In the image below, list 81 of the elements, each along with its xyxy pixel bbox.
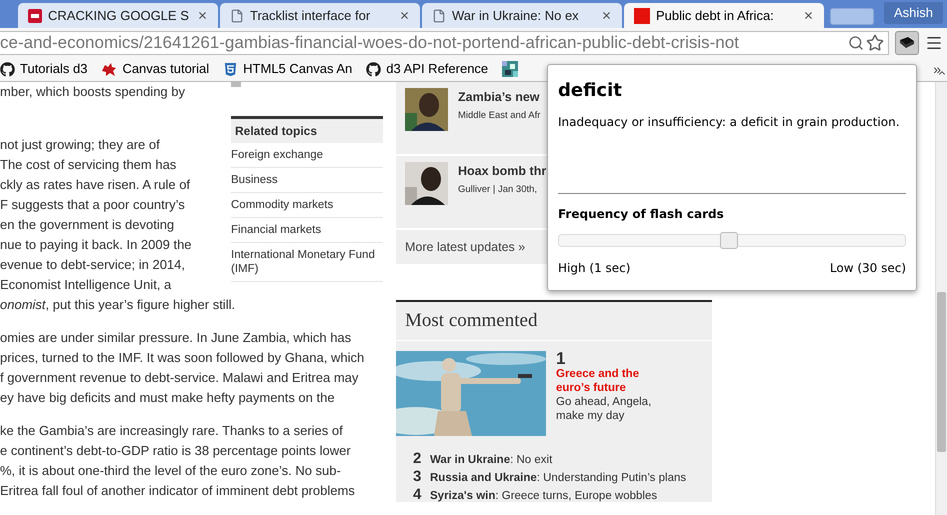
article-text-line: e continent’s debt-to-GDP ratio is 38 percentage points lower — [0, 443, 351, 458]
more-bookmarks-button[interactable]: » — [933, 58, 941, 80]
close-icon[interactable] — [803, 10, 814, 21]
bookmark-item[interactable] — [502, 61, 518, 77]
octocat-icon — [366, 62, 382, 76]
browser-tab[interactable]: Public debt in Africa: — [624, 3, 824, 28]
headline-meta: Middle East and Afr — [458, 108, 540, 123]
dragon-icon — [101, 62, 118, 76]
headline-link[interactable]: Zambia’s new — [458, 88, 540, 107]
headline-link[interactable]: War in Ukraine: No exit — [430, 452, 552, 470]
article-text-line: onomist, put this year’s figure higher still. — [0, 297, 236, 312]
close-icon[interactable] — [197, 10, 208, 21]
article-text-line: ey have big deficits and must make hefty payments on the — [0, 390, 335, 405]
square-icon — [634, 8, 650, 24]
article-text-line: prices, turned to the IMF. It was soon followed by Ghana, which — [0, 350, 364, 365]
article-text-line: %, it is about one-third the level of the euro zone’s. No sub- — [0, 463, 341, 478]
close-icon[interactable] — [399, 10, 410, 21]
topic-link[interactable]: Commodity markets — [231, 193, 383, 218]
browser-tab[interactable]: Tracklist interface for — [220, 3, 420, 28]
tab-title: Public debt in Africa: — [656, 6, 775, 25]
scroll-thumb[interactable] — [937, 292, 946, 452]
topic-link[interactable]: International Monetary Fund (IMF) — [231, 243, 383, 282]
topic-link[interactable]: Foreign exchange — [231, 143, 383, 168]
shield-icon — [223, 62, 238, 76]
rank-number: 2 — [413, 449, 422, 469]
browser-tab[interactable]: CRACKING GOOGLE S — [18, 3, 218, 28]
book-icon — [899, 36, 915, 48]
article-text-line: mber, which boosts spending by — [0, 84, 185, 99]
bookmark-item[interactable]: Canvas tutorial — [101, 59, 210, 79]
word-title: deficit — [558, 79, 623, 103]
article-text-line: The cost of servicing them has — [0, 157, 176, 172]
rank-number: 1 — [556, 351, 566, 367]
browser-tab[interactable]: War in Ukraine: No ex — [422, 3, 622, 28]
page-icon — [432, 8, 446, 22]
slider-max-label: Low (30 sec) — [830, 260, 906, 277]
tab-title: CRACKING GOOGLE S — [48, 6, 190, 25]
mosaic-icon — [502, 61, 518, 77]
close-icon[interactable] — [601, 10, 612, 21]
bookmark-item[interactable]: Tutorials d3 — [0, 59, 88, 79]
rank-number: 4 — [413, 485, 422, 505]
article-text-line: F suggests that a poor country’s — [0, 197, 185, 212]
article-text-line: ke the Gambia’s are increasingly rare. Thanks to a series of — [0, 423, 343, 438]
article-text-line: f government revenue to debt-service. Malawi and Eritrea may — [0, 370, 358, 385]
article-text-line: Economist Intelligence Unit, a — [0, 277, 172, 292]
user-name[interactable]: Ashish — [884, 2, 943, 24]
headline-link[interactable]: Greece and the euro’s future — [556, 367, 676, 395]
extension-button[interactable] — [895, 30, 919, 54]
article-text-line: omies are under similar pressure. In June Zambia, which has — [0, 330, 352, 345]
octocat-icon — [0, 62, 15, 76]
article-text-line: evenue to debt-service; in 2014, — [0, 257, 186, 272]
page-icon — [230, 8, 244, 22]
article-text-line: not just growing; they are of — [0, 137, 160, 152]
section-heading: Related topics — [235, 123, 318, 140]
logo-icon — [28, 8, 42, 22]
slider-min-label: High (1 sec) — [558, 260, 630, 277]
tab-title: Tracklist interface for — [250, 6, 372, 25]
headline-link[interactable]: Hoax bomb thr — [458, 162, 546, 181]
slider-track[interactable] — [558, 234, 906, 247]
section-heading: Most commented — [405, 308, 538, 333]
headline-link[interactable]: Syriza's win: Greece turns, Europe wobbles — [430, 488, 658, 506]
more-updates-link[interactable]: More latest updates » — [405, 238, 526, 256]
rank-number: 3 — [413, 467, 422, 487]
article-text-line: ckly as rates have risen. A rule of — [0, 177, 190, 192]
headline-meta: Gulliver | Jan 30th, — [458, 182, 538, 197]
tab-title: War in Ukraine: No ex — [452, 6, 580, 25]
headline-subtitle: Go ahead, Angela, make my day — [556, 395, 652, 423]
headline-link[interactable]: Russia and Ukraine: Understanding Putin’s plans — [430, 470, 686, 488]
star-icon[interactable] — [866, 34, 884, 52]
article-text-line: Eritrea fall foul of another indicator of imminent debt problems — [0, 483, 355, 498]
slider-thumb[interactable] — [720, 232, 738, 249]
address-field[interactable]: ce-and-economics/21641261-gambias-financial-woes-do-not-portend-african-public-debt-crisis-not — [0, 30, 889, 54]
setting-label: Frequency of flash cards — [558, 206, 725, 223]
bookmark-item[interactable]: d3 API Reference — [366, 59, 488, 79]
definition-text: Inadequacy or insufficiency: a deficit in grain production. — [558, 114, 901, 131]
bookmark-item[interactable]: HTML5 Canvas An — [223, 59, 352, 79]
topic-link[interactable]: Business — [231, 168, 383, 193]
topic-link[interactable]: Financial markets — [231, 218, 383, 243]
url-text: ce-and-economics/21641261-gambias-financial-woes-do-not-portend-african-public-debt-crisis-not — [0, 32, 740, 54]
article-text-line: nue to paying it back. In 2009 the — [0, 237, 192, 252]
article-text-line: en the government is devoting — [0, 217, 174, 232]
zoom-icon[interactable] — [848, 34, 864, 50]
